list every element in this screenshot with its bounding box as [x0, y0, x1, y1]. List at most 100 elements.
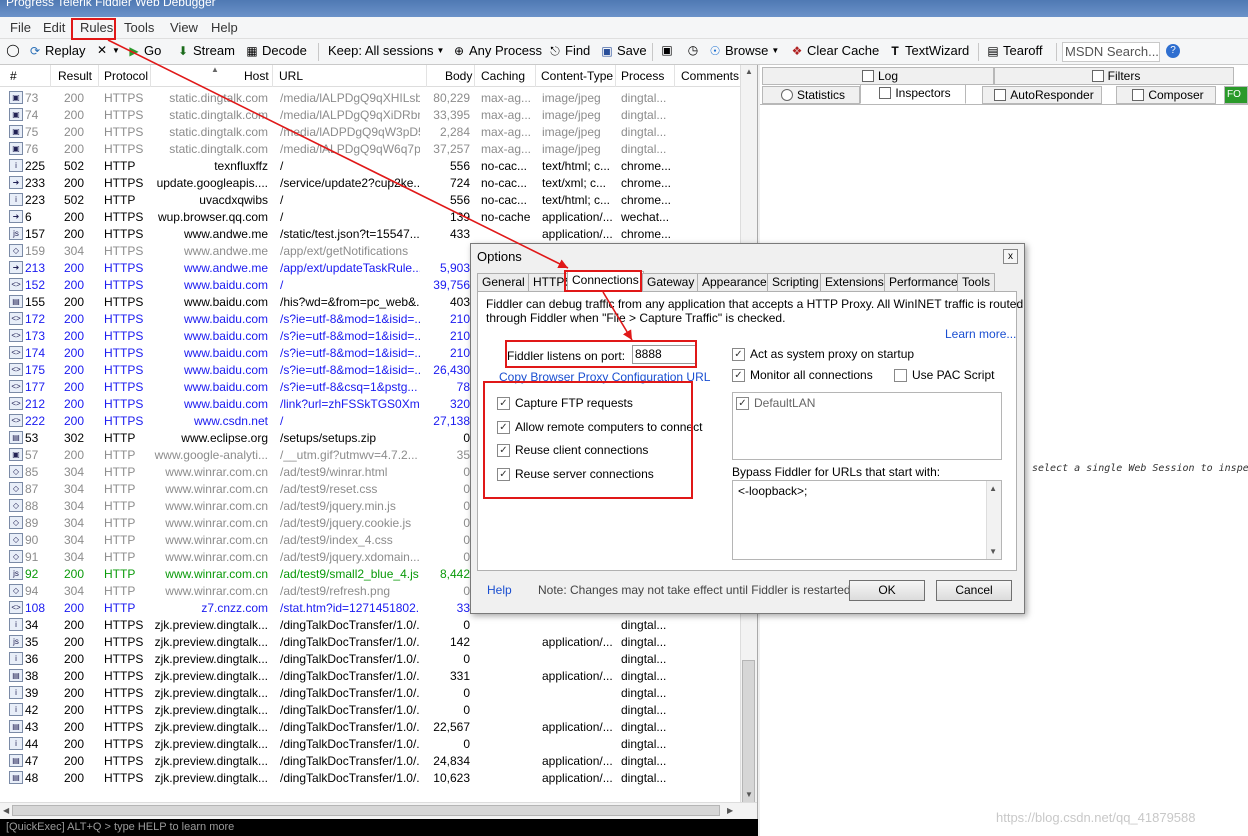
tab-log[interactable]: Log [762, 67, 994, 85]
cell-result: 200 [64, 448, 85, 462]
replay-button[interactable]: ⟳ Replay [28, 43, 86, 58]
clear-cache-button[interactable]: ❖ Clear Cache [790, 43, 880, 58]
table-row[interactable]: ▣ 73 200 HTTPS static.dingtalk.com/media/lAL… [0, 89, 740, 106]
keep-sessions-dropdown[interactable]: Keep: All sessions ▼ [328, 43, 444, 58]
act-as-proxy-checkbox[interactable]: ✓ Act as system proxy on startup [732, 347, 914, 361]
html-icon: <> [9, 329, 23, 342]
table-row[interactable]: i 39 200 HTTPS zjk.preview.dingtalk... /dingT… [0, 684, 740, 701]
scroll-up-icon[interactable]: ▲ [989, 484, 997, 493]
menu-tools[interactable]: Tools [121, 20, 157, 35]
menu-edit[interactable]: Edit [40, 20, 68, 35]
tab-inspectors[interactable]: Inspectors [860, 84, 966, 104]
use-pac-checkbox[interactable]: Use PAC Script [894, 368, 994, 382]
tab-gateway[interactable]: Gateway [642, 273, 700, 292]
col-body[interactable]: Body [445, 69, 472, 83]
table-row[interactable]: ▤ 43 200 HTTPS zjk.preview.dingtalk... /dingT… [0, 718, 740, 735]
table-row[interactable]: js 157 200 HTTPS www.andwe.me/static/test.js… [0, 225, 740, 242]
close-icon[interactable]: x [1003, 249, 1018, 264]
tab-autoresponder[interactable]: AutoResponder [982, 86, 1102, 104]
browse-button[interactable]: ☉ Browse ▼ [708, 43, 780, 58]
col-host[interactable]: Host [244, 69, 269, 83]
cell-num: 88 [25, 499, 39, 513]
decode-button[interactable]: ▦ Decode [245, 43, 306, 58]
tab-appearance[interactable]: Appearance [697, 273, 772, 292]
tab-tools[interactable]: Tools [957, 273, 996, 292]
tearoff-button[interactable]: ▤ Tearoff [986, 43, 1042, 58]
table-row[interactable]: ▤ 48 200 HTTPS zjk.preview.dingtalk... /dingT… [0, 769, 740, 786]
table-row[interactable]: ➜ 233 200 HTTPS update.googleapis.... /servic… [0, 174, 740, 191]
learn-more-link[interactable]: Learn more... [945, 327, 1016, 341]
scroll-right-icon[interactable]: ▶ [727, 806, 733, 815]
cell-result: 200 [64, 397, 85, 411]
table-row[interactable]: js 35 200 HTTPS zjk.preview.dingtalk... /ding… [0, 633, 740, 650]
lan-connections-list[interactable]: ✓ DefaultLAN [732, 392, 1002, 460]
save-button[interactable]: ▣ Save [600, 43, 646, 58]
bypass-textarea[interactable]: <-loopback>; ▲ ▼ [732, 480, 1002, 560]
remove-button[interactable]: ✕ ▼ [95, 43, 120, 57]
ok-button[interactable]: OK [849, 580, 925, 601]
table-row[interactable]: ▤ 47 200 HTTPS zjk.preview.dingtalk... /dingT… [0, 752, 740, 769]
textwizard-button[interactable]: T TextWizard [888, 43, 969, 58]
go-button[interactable]: ▶ Go [127, 43, 161, 58]
col-url[interactable]: URL [279, 69, 303, 83]
cell-process: chrome... [621, 193, 671, 207]
col-result[interactable]: Result [58, 69, 92, 83]
menu-file[interactable]: File [7, 20, 34, 35]
table-row[interactable]: ➜ 6 200 HTTPS wup.browser.qq.com / 139 no-cache… [0, 208, 740, 225]
menu-view[interactable]: View [167, 20, 201, 35]
cell-protocol: HTTP [104, 584, 136, 598]
tab-extensions[interactable]: Extensions [820, 273, 889, 292]
table-row[interactable]: ▣ 76 200 HTTPS static.dingtalk.com/media/lAL… [0, 140, 740, 157]
tab-composer[interactable]: Composer [1116, 86, 1216, 104]
comment-button[interactable]: ◯ [6, 43, 20, 57]
help-link[interactable]: Help [487, 583, 512, 597]
table-row[interactable]: i 223 502 HTTP uvacdxqwibs / 556 no-cac... text/… [0, 191, 740, 208]
image-icon: ▣ [9, 108, 23, 121]
table-row[interactable]: i 44 200 HTTPS zjk.preview.dingtalk... /dingT… [0, 735, 740, 752]
monitor-all-checkbox[interactable]: ✓ Monitor all connections [732, 368, 873, 382]
any-process-button[interactable]: ⊕ Any Process [452, 43, 542, 58]
cancel-button[interactable]: Cancel [936, 580, 1012, 601]
cell-num: 222 [25, 414, 46, 428]
tab-fiddler-orchestra[interactable]: FO [1224, 86, 1248, 104]
col-comments[interactable]: Comments [681, 69, 739, 83]
tab-general[interactable]: General [477, 273, 530, 292]
msdn-search-input[interactable]: MSDN Search... [1062, 42, 1160, 62]
cell-protocol: HTTP [104, 516, 136, 530]
tab-statistics[interactable]: Statistics [762, 86, 860, 104]
table-row[interactable]: i 34 200 HTTPS zjk.preview.dingtalk... /dingT… [0, 616, 740, 633]
process-label: Any Process [469, 43, 542, 58]
find-button[interactable]: ⎋ Find [548, 43, 590, 58]
quickexec-bar[interactable]: [QuickExec] ALT+Q > type HELP to learn m… [0, 819, 758, 836]
menu-help[interactable]: Help [208, 20, 241, 35]
tab-filters[interactable]: Filters [994, 67, 1234, 85]
table-row[interactable]: ▣ 75 200 HTTPS static.dingtalk.com/media/lAD… [0, 123, 740, 140]
html-icon: <> [9, 363, 23, 376]
table-row[interactable]: i 42 200 HTTPS zjk.preview.dingtalk... /dingT… [0, 701, 740, 718]
col-content-type[interactable]: Content-Type [541, 69, 613, 83]
table-row[interactable]: ▤ 38 200 HTTPS zjk.preview.dingtalk... /dingT… [0, 667, 740, 684]
scroll-left-icon[interactable]: ◀ [3, 806, 9, 815]
screenshot-button[interactable]: ▣ [660, 43, 674, 57]
tab-performance[interactable]: Performance [884, 273, 963, 292]
col-protocol[interactable]: Protocol [104, 69, 148, 83]
scroll-down-icon[interactable]: ▼ [989, 547, 997, 556]
table-row[interactable]: i 36 200 HTTPS zjk.preview.dingtalk... /dingT… [0, 650, 740, 667]
cell-num: 39 [25, 686, 39, 700]
window-title: Progress Telerik Fiddler Web Debugger [6, 0, 216, 9]
col-caching[interactable]: Caching [481, 69, 525, 83]
scroll-up-icon[interactable]: ▲ [745, 67, 753, 76]
default-lan-checkbox[interactable]: ✓ DefaultLAN [736, 396, 815, 410]
help-icon[interactable]: ? [1166, 44, 1180, 58]
col-number[interactable]: # [10, 69, 17, 83]
col-process[interactable]: Process [621, 69, 664, 83]
cell-protocol: HTTPS [104, 771, 144, 785]
scroll-down-icon[interactable]: ▼ [745, 790, 753, 799]
horizontal-scroll-thumb[interactable] [12, 805, 720, 816]
tab-scripting[interactable]: Scripting [767, 273, 824, 292]
stream-button[interactable]: ⬇ Stream [176, 43, 235, 58]
table-row[interactable]: i 225 502 HTTP texnfluxffz / 556 no-cac... text/… [0, 157, 740, 174]
timer-button[interactable]: ◷ [686, 43, 700, 57]
cell-ctype: text/html; c... [542, 193, 611, 207]
table-row[interactable]: ▣ 74 200 HTTPS static.dingtalk.com/media/lAL… [0, 106, 740, 123]
